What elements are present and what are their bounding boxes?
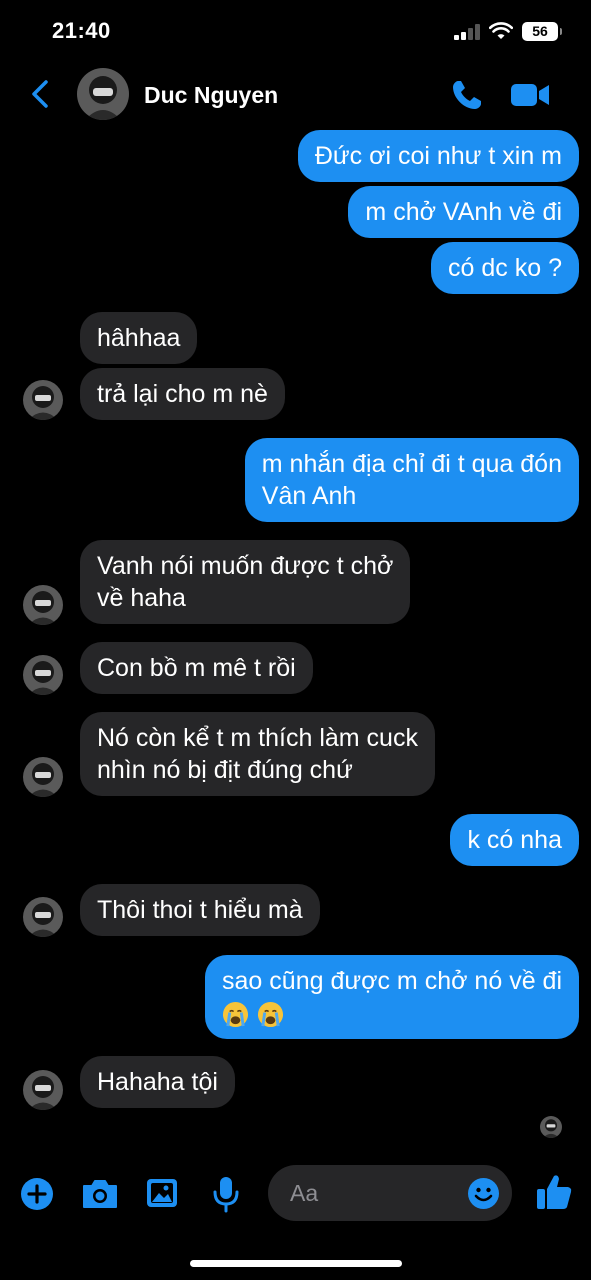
emoji-line bbox=[222, 997, 562, 1029]
status-time: 21:40 bbox=[52, 18, 111, 43]
status-bar: 21:40 56 bbox=[0, 0, 591, 62]
sender-avatar[interactable] bbox=[23, 380, 63, 420]
plus-icon[interactable] bbox=[20, 1177, 54, 1211]
cellular-signal-icon bbox=[454, 24, 484, 40]
back-chevron-icon[interactable] bbox=[26, 76, 56, 112]
wifi-icon bbox=[489, 22, 513, 39]
incoming-message[interactable]: Vanh nói muốn được t chở về haha bbox=[80, 540, 411, 624]
sender-avatar[interactable] bbox=[23, 585, 63, 625]
smiley-icon[interactable] bbox=[467, 1177, 500, 1210]
sender-avatar[interactable] bbox=[23, 897, 63, 937]
crying-face-emoji bbox=[222, 1001, 249, 1027]
contact-name[interactable]: Duc Nguyen bbox=[144, 82, 278, 109]
microphone-icon[interactable] bbox=[212, 1175, 240, 1213]
contact-avatar[interactable] bbox=[77, 68, 129, 120]
outgoing-message[interactable]: m nhắn địa chỉ đi t qua đón Vân Anh bbox=[244, 438, 579, 522]
message-line: về haha bbox=[97, 584, 186, 612]
battery-indicator: 56 bbox=[522, 22, 562, 41]
phone-icon[interactable] bbox=[450, 78, 484, 112]
message-line: m nhắn địa chỉ đi t qua đón bbox=[261, 450, 562, 478]
incoming-message[interactable]: hâhhaa bbox=[80, 312, 198, 364]
seen-receipt-avatar bbox=[540, 1116, 562, 1138]
camera-icon[interactable] bbox=[81, 1178, 119, 1210]
outgoing-message[interactable]: m chở VAnh về đi bbox=[348, 186, 579, 238]
thumbs-up-icon[interactable] bbox=[535, 1172, 573, 1212]
outgoing-message[interactable]: có dc ko ? bbox=[431, 242, 579, 294]
incoming-message[interactable]: Con bồ m mê t rồi bbox=[80, 642, 313, 694]
sender-avatar[interactable] bbox=[23, 655, 63, 695]
message-composer: Aa bbox=[0, 1160, 591, 1230]
message-line: sao cũng được m chở nó về đi bbox=[222, 967, 562, 995]
home-indicator bbox=[190, 1260, 402, 1267]
outgoing-message[interactable]: sao cũng được m chở nó về đi bbox=[205, 955, 579, 1039]
crying-face-emoji bbox=[257, 1001, 284, 1027]
message-line: Vanh nói muốn được t chở bbox=[97, 552, 394, 580]
incoming-message[interactable]: Thôi thoi t hiểu mà bbox=[80, 884, 320, 936]
incoming-message[interactable]: Nó còn kể t m thích làm cuck nhìn nó bị … bbox=[80, 712, 435, 796]
outgoing-message[interactable]: k có nha bbox=[450, 814, 579, 866]
incoming-message[interactable]: Hahaha tội bbox=[80, 1056, 235, 1108]
message-input[interactable]: Aa bbox=[268, 1165, 512, 1221]
sender-avatar[interactable] bbox=[23, 1070, 63, 1110]
video-camera-icon[interactable] bbox=[510, 80, 550, 110]
outgoing-message[interactable]: Đức ơi coi như t xin m bbox=[297, 130, 579, 182]
message-line: Vân Anh bbox=[261, 482, 357, 510]
message-line: nhìn nó bị địt đúng chứ bbox=[97, 756, 353, 784]
chat-header: Duc Nguyen bbox=[0, 62, 591, 128]
message-line: Nó còn kể t m thích làm cuck bbox=[97, 724, 418, 752]
incoming-message[interactable]: trả lại cho m nè bbox=[80, 368, 285, 420]
sender-avatar[interactable] bbox=[23, 757, 63, 797]
message-input-placeholder: Aa bbox=[290, 1180, 319, 1206]
image-icon[interactable] bbox=[145, 1177, 179, 1209]
